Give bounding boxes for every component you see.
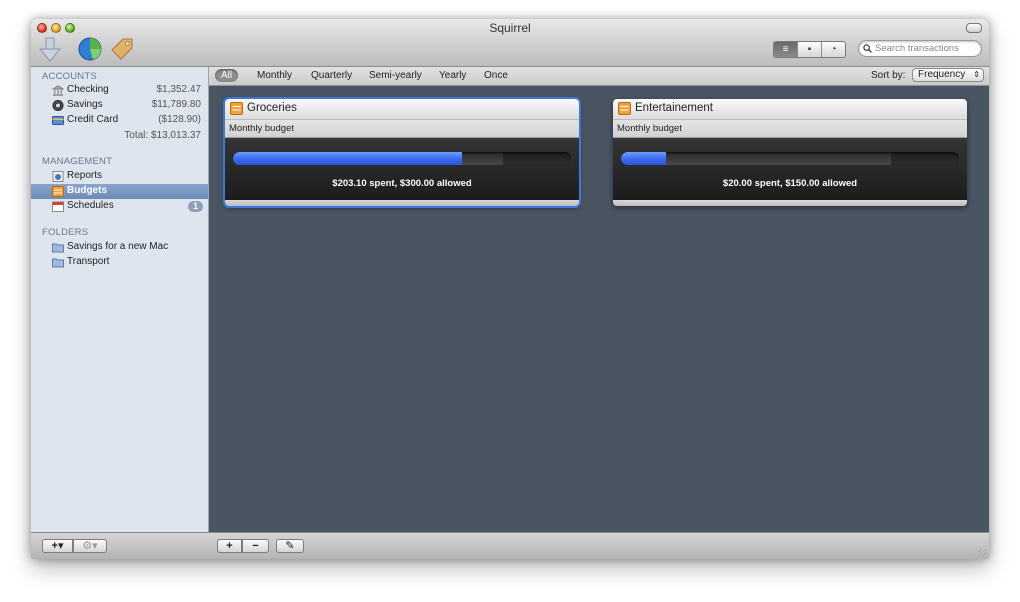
frequency-filter-bar: All Monthly Quarterly Semi-yearly Yearly… — [209, 67, 989, 86]
sidebar-item-credit-card[interactable]: Credit Card ($128.90) — [31, 113, 208, 128]
accounts-total: Total: $13,013.37 — [124, 130, 201, 141]
sort-label: Sort by: — [871, 70, 906, 81]
budget-period: Monthly budget — [617, 123, 682, 134]
account-balance: ($128.90) — [158, 114, 201, 125]
budget-card-footer — [225, 200, 579, 206]
sidebar-item-schedules[interactable]: Schedules 1 — [31, 199, 208, 214]
sort-select[interactable]: Frequency ⇕ — [912, 68, 984, 82]
budget-progress-track — [233, 152, 571, 165]
schedules-icon — [52, 201, 64, 212]
budget-overflow-zone — [503, 152, 571, 165]
filter-yearly[interactable]: Yearly — [433, 69, 472, 82]
chevron-updown-icon: ⇕ — [973, 70, 980, 79]
accounts-header: ACCOUNTS — [42, 71, 97, 82]
toolbar-toggle-button[interactable] — [966, 23, 982, 33]
account-label: Credit Card — [67, 114, 119, 125]
budgets-icon — [618, 102, 631, 115]
budget-card-groceries[interactable]: Groceries Monthly budget $203.10 spent, … — [223, 97, 581, 208]
safe-icon — [52, 100, 64, 111]
app-window: Squirrel ≡ ▪ ◔ ACCOUNT — [31, 19, 989, 559]
tag-icon[interactable] — [109, 36, 135, 62]
account-balance: $1,352.47 — [156, 84, 202, 95]
add-budget-button[interactable]: + — [217, 539, 242, 553]
sidebar-item-label: Budgets — [67, 185, 107, 196]
toolbar: Squirrel ≡ ▪ ◔ — [31, 19, 989, 67]
filter-once[interactable]: Once — [478, 69, 514, 82]
bottom-bar: +▾ ⚙▾ + − ✎ — [31, 532, 989, 559]
account-label: Checking — [67, 84, 109, 95]
sidebar: ACCOUNTS Checking $1,352.47 Savings $11,… — [31, 67, 209, 532]
budgets-icon — [230, 102, 243, 115]
sidebar-item-budgets[interactable]: Budgets — [31, 184, 208, 199]
budget-card-header: Entertainement — [613, 99, 967, 120]
filter-quarterly[interactable]: Quarterly — [305, 69, 358, 82]
sidebar-item-label: Reports — [67, 170, 103, 181]
budget-progress-area: $203.10 spent, $300.00 allowed — [225, 138, 579, 200]
budget-title: Entertainement — [635, 102, 713, 114]
search-icon — [863, 44, 872, 53]
budget-progress-area: $20.00 spent, $150.00 allowed — [613, 138, 967, 200]
filter-all[interactable]: All — [215, 69, 239, 82]
sidebar-item-reports[interactable]: Reports — [31, 169, 208, 184]
sort-value: Frequency — [918, 69, 966, 80]
globe-chart-icon[interactable] — [77, 36, 103, 62]
search-input[interactable] — [872, 43, 975, 54]
budget-summary: $203.10 spent, $300.00 allowed — [332, 178, 472, 189]
management-header: MANAGEMENT — [42, 156, 113, 167]
account-balance: $11,789.80 — [151, 99, 201, 110]
sidebar-item-checking[interactable]: Checking $1,352.47 — [31, 83, 208, 98]
budget-card-footer — [613, 200, 967, 206]
sidebar-item-label: Schedules — [67, 200, 114, 211]
bank-icon — [52, 85, 64, 96]
credit-card-icon — [52, 116, 64, 125]
budget-period-row: Monthly budget — [225, 120, 579, 138]
budget-progress-fill — [233, 152, 462, 165]
budget-progress-track — [621, 152, 959, 165]
budget-period: Monthly budget — [229, 123, 294, 134]
folder-icon — [52, 258, 64, 268]
search-field — [858, 40, 982, 57]
filter-monthly[interactable]: Monthly — [251, 69, 298, 82]
folder-icon — [52, 243, 64, 253]
filter-semi-yearly[interactable]: Semi-yearly — [363, 69, 428, 82]
budget-progress-fill — [621, 152, 667, 165]
sidebar-add-button[interactable]: +▾ — [42, 539, 73, 553]
folders-header: FOLDERS — [42, 227, 89, 238]
budget-card-header: Groceries — [225, 99, 579, 120]
edit-budget-button[interactable]: ✎ — [276, 539, 304, 553]
reports-icon — [52, 171, 64, 182]
remove-budget-button[interactable]: − — [242, 539, 269, 553]
budget-period-row: Monthly budget — [613, 120, 967, 138]
budgets-content: Groceries Monthly budget $203.10 spent, … — [209, 86, 989, 532]
list-view-icon[interactable]: ≡ — [774, 42, 798, 57]
column-view-icon[interactable]: ▪ — [798, 42, 822, 57]
sidebar-gear-button[interactable]: ⚙▾ — [73, 539, 107, 553]
budgets-icon — [52, 186, 64, 197]
download-arrow-icon[interactable] — [37, 36, 63, 62]
budget-card-entertainement[interactable]: Entertainement Monthly budget $20.00 spe… — [613, 99, 967, 206]
schedules-count-badge: 1 — [188, 201, 203, 212]
budget-title: Groceries — [247, 102, 297, 114]
folder-label: Savings for a new Mac — [67, 241, 169, 252]
sidebar-item-folder-transport[interactable]: Transport — [31, 255, 208, 270]
budget-summary: $20.00 spent, $150.00 allowed — [722, 178, 858, 189]
folder-label: Transport — [67, 256, 110, 267]
account-label: Savings — [67, 99, 103, 110]
chart-view-icon[interactable]: ◔ — [822, 42, 845, 57]
sidebar-item-folder-savings-mac[interactable]: Savings for a new Mac — [31, 240, 208, 255]
window-title: Squirrel — [489, 21, 531, 35]
sidebar-item-savings[interactable]: Savings $11,789.80 — [31, 98, 208, 113]
budget-overflow-zone — [891, 152, 959, 165]
resize-grip-icon[interactable] — [978, 549, 986, 557]
view-mode-control: ≡ ▪ ◔ — [773, 41, 846, 58]
